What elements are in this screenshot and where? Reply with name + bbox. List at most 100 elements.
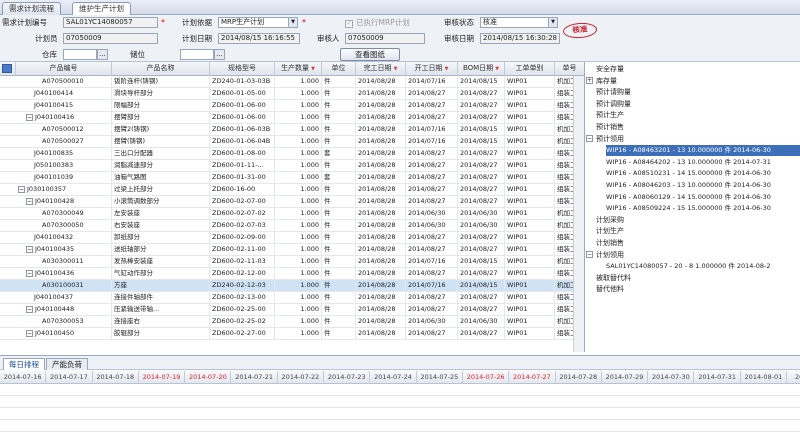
grid-settings-icon[interactable] [2,64,12,73]
tree-node[interactable]: 安全存量 [596,64,624,75]
tree-node[interactable]: 被取替代料 [596,273,631,284]
table-row[interactable]: A070500012 摆臂2(铸钢) ZD600-01-06-03B 1.000 件 20… [0,124,584,136]
col-quantity[interactable]: 生产数量 ▼ [275,62,322,76]
col-unit[interactable]: 单位 [322,62,356,76]
tree-leaf[interactable]: WIP16 - A08510231 - 14 15.000000 件 2014-… [606,168,771,179]
table-row[interactable]: J050100383 润脂减速部分 ZD600-01-11-... 1.000 件 201… [0,160,584,172]
planner-field[interactable]: 07050009 [63,33,158,44]
table-row[interactable]: − J040100448 压紧输送带轴... ZD600-02-25-00 1.000 件… [0,304,584,316]
collapse-icon[interactable]: − [18,185,25,193]
collapse-icon[interactable]: − [26,245,33,253]
calendar-date[interactable]: 2014-07-27 [509,371,556,384]
table-row[interactable]: A070300053 连接座右 ZD600-02-25-02 1.000 件 2014/0… [0,316,584,328]
tree-node[interactable]: 预计调购量 [596,99,631,110]
table-row[interactable]: J040101039 油箱气路图 ZD600-01-31-00 1.000 套 2014/… [0,172,584,184]
tree-node[interactable]: 预计销售 [596,122,624,133]
tree-leaf[interactable]: WIP16 - A08046203 - 13 10.000000 件 2014-… [606,180,771,191]
calendar-date[interactable]: 2014-07-28 [556,371,602,384]
calendar-date[interactable]: 2014-07-26 [463,371,510,384]
tree-node[interactable]: + 库存量 [586,76,617,87]
collapse-icon[interactable]: − [586,135,593,143]
warehouse-lookup-button[interactable]: ... [97,49,108,60]
tree-leaf[interactable]: WIP16 - A08060129 - 14 15.000000 件 2014-… [606,192,771,203]
collapse-icon[interactable]: − [26,197,33,205]
review-status-select[interactable]: 核准 ▼ [480,17,558,28]
tree-leaf[interactable]: WIP16 - A08464202 - 13 10.000000 件 2014-… [606,157,771,168]
col-spec[interactable]: 规格型号 [210,62,275,76]
tree-leaf[interactable]: WIP16 - A08463201 - 13 10.000000 件 2014-… [606,145,800,157]
table-row[interactable]: J040100414 滑块导杆部分 ZD600-01-05-00 1.000 件 2014… [0,88,584,100]
calendar-date[interactable]: 2014-08-01 [741,371,788,384]
table-row[interactable]: A070300049 左安装座 ZD600-02-07-02 1.000 件 2014/0… [0,208,584,220]
calendar-date[interactable]: 2014-07-30 [648,371,695,384]
col-bom-date[interactable]: BOM日期 ▼ [458,62,505,76]
tree-node[interactable]: − 计划领用 [586,250,624,261]
calendar-date[interactable]: 2014-07-24 [370,371,417,384]
view-drawing-button[interactable]: 查看图纸 [340,48,400,61]
calendar-date[interactable]: 2014-07-31 [695,371,741,384]
tree-node[interactable]: − 预计领用 [586,134,624,145]
location-field[interactable] [180,49,214,60]
mrp-executed-checkbox[interactable]: ✓ [345,20,353,28]
calendar-date[interactable]: 2014-07-16 [0,371,47,384]
review-date-field[interactable]: 2014/08/15 16:30:28 [480,33,560,44]
tab-daily-schedule[interactable]: 每日排程 [3,358,45,370]
reviewer-field[interactable]: 07050009 [345,33,425,44]
calendar-date[interactable]: 2014-07-19 [139,371,186,384]
table-row[interactable]: A070500010 钣阶连杆(铸钢) ZD240-01-03-03B 1.000 件 2… [0,76,584,88]
tree-node[interactable]: 预计请购量 [596,87,631,98]
plan-basis-select[interactable]: MRP生产计划 ▼ [218,17,298,28]
table-row[interactable]: A030100031 方座 ZD240-02-12-03 1.000 件 2014/08/… [0,280,584,292]
collapse-icon[interactable]: − [26,305,33,313]
calendar-date[interactable]: 2014-07-22 [278,371,325,384]
plan-date-field[interactable]: 2014/08/15 16:16:55 [218,33,300,44]
location-lookup-button[interactable]: ... [214,49,225,60]
table-row[interactable]: J040100415 限幅部分 ZD600-01-06-00 1.000 件 2014/0… [0,100,584,112]
table-row[interactable]: J040100437 连接件轴部件 ZD600-02-13-00 1.000 件 2014… [0,292,584,304]
table-row[interactable]: − J040100428 小滚筒调数部分 ZD600-02-07-00 1.000 件 20… [0,196,584,208]
collapse-icon[interactable]: − [26,329,33,337]
tree-node[interactable]: 计划采购 [596,215,624,226]
tree-node[interactable]: 预计生产 [596,110,624,121]
grid-vertical-scrollbar[interactable] [573,76,584,352]
table-row[interactable]: − J030100357 过梁上托部分 ZD600-16-00 1.000 件 2014/0… [0,184,584,196]
tree-leaf[interactable]: WIP16 - A08509224 - 15 15.000000 件 2014-… [606,203,771,214]
col-order-type[interactable]: 工单单别 [505,62,555,76]
collapse-icon[interactable]: − [26,269,33,277]
warehouse-field[interactable] [63,49,97,60]
table-row[interactable]: − J040100450 胶辊部分 ZD600-02-27-00 1.000 件 2014/… [0,328,584,340]
table-row[interactable]: A030300011 发热棒安装座 ZD600-02-11-03 1.000 件 2014… [0,256,584,268]
table-row[interactable]: J040100835 三出口分配器 ZD600-01-08-00 1.000 套 2014… [0,148,584,160]
calendar-date[interactable]: 2014-07-18 [93,371,139,384]
tree-node[interactable]: 替代他料 [596,284,624,295]
calendar-date[interactable]: 2014-07-21 [232,371,278,384]
plan-no-field[interactable]: SAL01YC14080057 [63,17,158,28]
calendar-date[interactable]: 2014-07-29 [602,371,649,384]
calendar-date[interactable]: 2014-08- [787,371,800,384]
col-order-no[interactable]: 单号 [555,62,584,76]
table-row[interactable]: − J040100435 送纸轴部分 ZD600-02-11-00 1.000 件 2014… [0,244,584,256]
tab-maintain-production-plan[interactable]: 维护生产计划 [72,2,131,16]
tree-node[interactable]: 计划销售 [596,238,624,249]
collapse-icon[interactable]: − [26,113,33,121]
col-start-date[interactable]: 开工日期 ▼ [406,62,458,76]
col-finish-date[interactable]: 完工日期 ▼ [356,62,406,76]
tree-leaf[interactable]: SAL01YC14080057 - 20 - 8 1.000000 件 2014… [606,261,771,272]
chevron-down-icon[interactable]: ▼ [548,18,557,27]
table-row[interactable]: A070500027 摆臂(铸钢) ZD600-01-06-04B 1.000 件 201… [0,136,584,148]
table-row[interactable]: − J040100416 摆臂部分 ZD600-01-06-00 1.000 件 2014/… [0,112,584,124]
collapse-icon[interactable]: − [586,251,593,259]
chevron-down-icon[interactable]: ▼ [288,18,297,27]
calendar-date[interactable]: 2014-07-25 [417,371,463,384]
table-row[interactable]: A070300050 右安装座 ZD600-02-07-03 1.000 件 2014/0… [0,220,584,232]
expand-icon[interactable]: + [586,77,593,85]
table-row[interactable]: J040100432 卸纸部分 ZD600-02-09-00 1.000 件 2014/0… [0,232,584,244]
calendar-date[interactable]: 2014-07-17 [46,371,93,384]
table-row[interactable]: − J040100436 气缸动作部分 ZD600-02-12-00 1.000 件 201… [0,268,584,280]
col-product-name[interactable]: 产品名称 [112,62,210,76]
tree-node[interactable]: 计划生产 [596,226,624,237]
tab-capacity-load[interactable]: 产能负荷 [46,358,88,370]
calendar-date[interactable]: 2014-07-23 [324,371,371,384]
col-product-code[interactable]: 产品编号 [16,62,112,76]
tab-demand-plan-flow[interactable]: 需求计划流程 [2,2,61,15]
